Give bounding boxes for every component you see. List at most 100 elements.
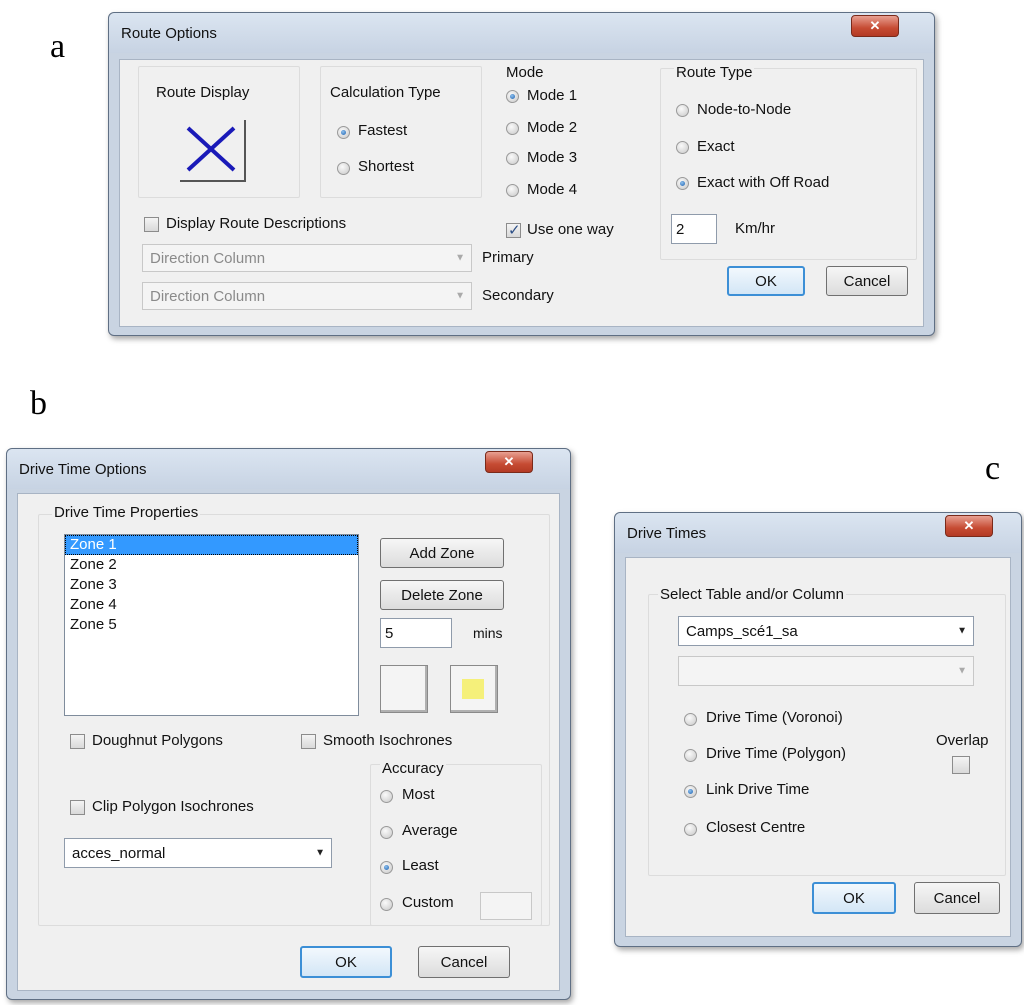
minutes-unit-label: mins [473, 625, 503, 641]
mode-1-radio[interactable] [506, 90, 519, 103]
close-button[interactable]: ✕ [945, 515, 993, 537]
fill-style-button[interactable] [450, 665, 498, 713]
node-to-node-radio[interactable] [676, 104, 689, 117]
close-icon: ✕ [503, 454, 515, 469]
custom-accuracy-input[interactable] [480, 892, 532, 920]
fastest-radio[interactable] [337, 126, 350, 139]
link-drive-time-label: Link Drive Time [706, 781, 810, 798]
shortest-radio[interactable] [337, 162, 350, 175]
list-item[interactable]: Zone 5 [65, 615, 358, 635]
chevron-down-icon: ▼ [315, 847, 325, 859]
mode-3-radio[interactable] [506, 152, 519, 165]
zone-list[interactable]: Zone 1 Zone 2 Zone 3 Zone 4 Zone 5 [64, 534, 359, 716]
list-item[interactable]: Zone 3 [65, 575, 358, 595]
clip-polygon-checkbox[interactable] [70, 800, 85, 815]
exact-off-road-radio[interactable] [676, 177, 689, 190]
secondary-direction-combo[interactable]: Direction Column ▼ [142, 282, 472, 310]
title-bar: Drive Times ✕ [615, 513, 1021, 553]
primary-label: Primary [482, 249, 534, 266]
drive-time-options-dialog: Drive Time Options ✕ Drive Time Properti… [6, 448, 571, 1000]
close-button[interactable]: ✕ [485, 451, 533, 473]
close-icon: ✕ [963, 518, 975, 533]
cancel-button[interactable]: Cancel [826, 266, 908, 296]
window-title: Drive Time Options [19, 461, 147, 478]
route-x-icon [186, 126, 236, 172]
exact-radio[interactable] [676, 141, 689, 154]
doughnut-polygons-checkbox[interactable] [70, 734, 85, 749]
title-bar: Route Options ✕ [109, 13, 934, 53]
route-options-dialog: Route Options ✕ Route Display Calculatio… [108, 12, 935, 336]
accuracy-most-label: Most [402, 786, 435, 803]
network-combo[interactable]: acces_normal ▼ [64, 838, 332, 868]
ok-button[interactable]: OK [727, 266, 805, 296]
close-button[interactable]: ✕ [851, 15, 899, 37]
route-display-style-button[interactable] [180, 120, 246, 182]
accuracy-average-label: Average [402, 822, 458, 839]
cancel-button[interactable]: Cancel [418, 946, 510, 978]
ok-button[interactable]: OK [812, 882, 896, 914]
accuracy-least-label: Least [402, 857, 439, 874]
node-to-node-label: Node-to-Node [697, 101, 792, 118]
drive-time-voronoi-radio[interactable] [684, 713, 697, 726]
calculation-type-label: Calculation Type [330, 84, 441, 101]
dialog-body: Drive Time Properties Zone 1 Zone 2 Zone… [17, 493, 560, 991]
use-one-way-checkbox[interactable] [506, 221, 521, 239]
drive-time-polygon-radio[interactable] [684, 749, 697, 762]
route-type-label: Route Type [674, 64, 755, 81]
accuracy-custom-radio[interactable] [380, 898, 393, 911]
mode-2-label: Mode 2 [527, 119, 578, 136]
accuracy-label: Accuracy [380, 760, 446, 777]
closest-centre-label: Closest Centre [706, 819, 806, 836]
minutes-input[interactable]: 5 [380, 618, 452, 648]
route-display-label: Route Display [156, 84, 250, 101]
mode-1-label: Mode 1 [527, 87, 578, 104]
closest-centre-radio[interactable] [684, 823, 697, 836]
shortest-label: Shortest [358, 158, 414, 175]
mode-3-label: Mode 3 [527, 149, 578, 166]
chevron-down-icon: ▼ [455, 252, 465, 264]
drive-time-properties-label: Drive Time Properties [52, 504, 201, 521]
accuracy-average-radio[interactable] [380, 826, 393, 839]
drive-time-polygon-label: Drive Time (Polygon) [706, 745, 847, 762]
speed-input[interactable]: 2 [671, 214, 717, 244]
overlap-checkbox[interactable] [952, 756, 970, 774]
select-table-label: Select Table and/or Column [658, 586, 846, 603]
table-combo[interactable]: Camps_scé1_sa ▼ [678, 616, 974, 646]
add-zone-button[interactable]: Add Zone [380, 538, 504, 568]
link-drive-time-radio[interactable] [684, 785, 697, 798]
dialog-body: Select Table and/or Column Camps_scé1_sa… [625, 557, 1011, 937]
cancel-button[interactable]: Cancel [914, 882, 1000, 914]
primary-direction-combo[interactable]: Direction Column ▼ [142, 244, 472, 272]
chevron-down-icon: ▼ [957, 625, 967, 637]
accuracy-least-radio[interactable] [380, 861, 393, 874]
exact-off-road-label: Exact with Off Road [697, 174, 830, 191]
smooth-isochrones-label: Smooth Isochrones [323, 732, 453, 749]
column-combo[interactable]: ▼ [678, 656, 974, 686]
mode-label: Mode [506, 64, 544, 81]
dialog-body: Route Display Calculation Type Fastest S… [119, 59, 924, 327]
list-item[interactable]: Zone 4 [65, 595, 358, 615]
window-title: Route Options [121, 25, 217, 42]
chevron-down-icon: ▼ [455, 290, 465, 302]
display-descriptions-label: Display Route Descriptions [166, 215, 347, 232]
overlap-label: Overlap [936, 732, 989, 749]
secondary-combo-value: Direction Column [150, 287, 266, 305]
use-one-way-label: Use one way [527, 221, 614, 238]
delete-zone-button[interactable]: Delete Zone [380, 580, 504, 610]
mode-4-radio[interactable] [506, 184, 519, 197]
mode-2-radio[interactable] [506, 122, 519, 135]
table-combo-value: Camps_scé1_sa [686, 622, 798, 640]
list-item[interactable]: Zone 2 [65, 555, 358, 575]
display-descriptions-checkbox[interactable] [144, 217, 159, 232]
speed-unit-label: Km/hr [735, 220, 776, 237]
chevron-down-icon: ▼ [957, 665, 967, 677]
panel-label-c: c [985, 450, 1001, 487]
panel-label-b: b [30, 385, 47, 422]
accuracy-most-radio[interactable] [380, 790, 393, 803]
border-style-button[interactable] [380, 665, 428, 713]
ok-button[interactable]: OK [300, 946, 392, 978]
smooth-isochrones-checkbox[interactable] [301, 734, 316, 749]
fastest-label: Fastest [358, 122, 408, 139]
drive-times-dialog: Drive Times ✕ Select Table and/or Column… [614, 512, 1022, 947]
list-item[interactable]: Zone 1 [65, 535, 358, 555]
